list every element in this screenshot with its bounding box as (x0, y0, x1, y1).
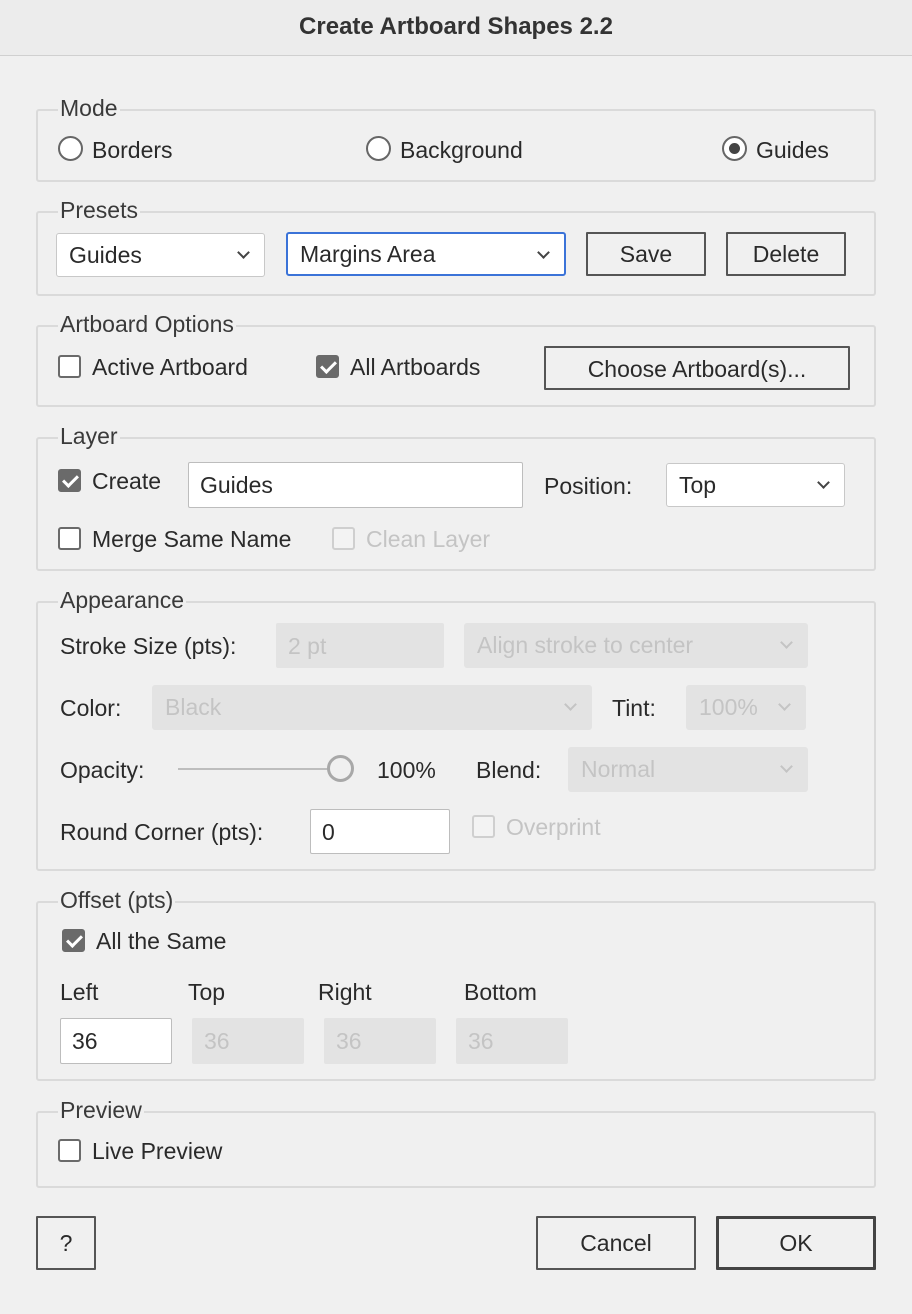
offset-right-label: Right (318, 979, 372, 1005)
presets-legend: Presets (58, 196, 140, 224)
opacity-slider-track[interactable] (178, 768, 340, 770)
preview-legend: Preview (58, 1096, 144, 1124)
position-select[interactable]: Top (666, 463, 845, 507)
preset-select[interactable]: Margins Area (286, 232, 566, 276)
offset-top-label: Top (188, 979, 226, 1005)
chevron-down-icon (537, 246, 550, 259)
preset-category-value: Guides (69, 242, 142, 268)
offset-top-input: 36 (192, 1018, 304, 1064)
clean-layer-checkbox (332, 527, 355, 550)
opacity-label: Opacity: (60, 757, 145, 783)
offset-legend: Offset (pts) (58, 886, 176, 914)
color-label: Color: (60, 695, 122, 721)
save-preset-button[interactable]: Save (586, 232, 706, 276)
mode-legend: Mode (58, 94, 120, 122)
create-layer-label[interactable]: Create (92, 467, 161, 495)
active-artboard-checkbox[interactable] (58, 355, 81, 378)
all-artboards-label[interactable]: All Artboards (350, 353, 480, 381)
mode-background-label[interactable]: Background (400, 136, 523, 164)
overprint-label: Overprint (506, 814, 601, 840)
blend-select: Normal (568, 747, 808, 792)
stroke-align-select: Align stroke to center (464, 623, 808, 668)
all-artboards-checkbox[interactable] (316, 355, 339, 378)
window-title: Create Artboard Shapes 2.2 (0, 0, 912, 56)
color-select: Black (152, 685, 592, 730)
blend-value: Normal (581, 756, 656, 782)
cancel-button[interactable]: Cancel (536, 1216, 696, 1270)
tint-value: 100% (699, 694, 758, 720)
all-the-same-checkbox[interactable] (62, 929, 85, 952)
active-artboard-label[interactable]: Active Artboard (92, 353, 248, 381)
opacity-slider-thumb[interactable] (327, 755, 354, 782)
preset-value: Margins Area (300, 241, 436, 267)
chevron-down-icon (780, 760, 793, 773)
all-the-same-label[interactable]: All the Same (96, 927, 226, 955)
round-corner-label: Round Corner (pts): (60, 819, 264, 845)
offset-right-input: 36 (324, 1018, 436, 1064)
chevron-down-icon (564, 698, 577, 711)
mode-guides-radio[interactable] (722, 136, 747, 161)
live-preview-checkbox[interactable] (58, 1139, 81, 1162)
mode-borders-label[interactable]: Borders (92, 136, 173, 164)
merge-same-name-checkbox[interactable] (58, 527, 81, 550)
offset-left-input[interactable]: 36 (60, 1018, 172, 1064)
blend-label: Blend: (476, 757, 542, 783)
mode-guides-label[interactable]: Guides (756, 136, 829, 164)
tint-select: 100% (686, 685, 806, 730)
stroke-size-label: Stroke Size (pts): (60, 633, 237, 659)
chevron-down-icon (780, 636, 793, 649)
position-label: Position: (544, 473, 633, 499)
chevron-down-icon (817, 476, 830, 489)
choose-artboards-button[interactable]: Choose Artboard(s)... (544, 346, 850, 390)
clean-layer-label: Clean Layer (366, 526, 491, 552)
artboard-options-legend: Artboard Options (58, 310, 236, 338)
offset-bottom-label: Bottom (464, 979, 537, 1005)
offset-bottom-input: 36 (456, 1018, 568, 1064)
live-preview-label[interactable]: Live Preview (92, 1137, 222, 1165)
create-layer-checkbox[interactable] (58, 469, 81, 492)
chevron-down-icon (237, 246, 250, 259)
appearance-legend: Appearance (58, 586, 187, 614)
round-corner-input[interactable]: 0 (310, 809, 450, 854)
ok-button[interactable]: OK (716, 1216, 876, 1270)
tint-label: Tint: (612, 695, 656, 721)
chevron-down-icon (778, 698, 791, 711)
overprint-checkbox (472, 815, 495, 838)
color-value: Black (165, 694, 222, 720)
mode-background-radio[interactable] (366, 136, 391, 161)
help-button[interactable]: ? (36, 1216, 96, 1270)
opacity-value: 100% (377, 757, 436, 783)
stroke-align-value: Align stroke to center (477, 632, 694, 658)
offset-left-label: Left (60, 979, 99, 1005)
mode-borders-radio[interactable] (58, 136, 83, 161)
position-value: Top (679, 472, 717, 498)
delete-preset-button[interactable]: Delete (726, 232, 846, 276)
merge-same-name-label[interactable]: Merge Same Name (92, 525, 291, 553)
preset-category-select[interactable]: Guides (56, 233, 265, 277)
stroke-size-input: 2 pt (276, 623, 444, 668)
layer-name-input[interactable]: Guides (188, 462, 523, 508)
layer-legend: Layer (58, 422, 120, 450)
